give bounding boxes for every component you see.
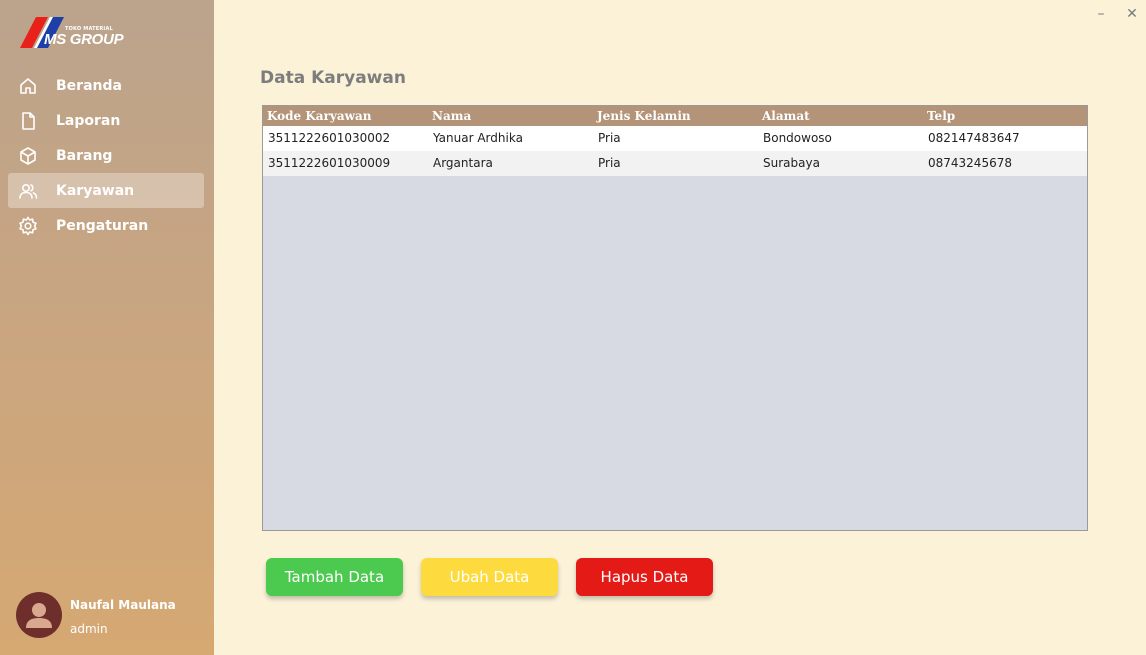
sidebar-item-label: Laporan	[56, 112, 121, 129]
file-icon	[18, 111, 38, 131]
sidebar-item-label: Barang	[56, 147, 113, 164]
sidebar: TOKO MATERIAL MS GROUP Beranda Laporan B…	[0, 0, 214, 655]
table-cell: Pria	[598, 156, 621, 170]
minimize-button[interactable]: –	[1091, 4, 1111, 24]
sidebar-item-beranda[interactable]: Beranda	[8, 68, 204, 103]
gear-icon	[18, 216, 38, 236]
box-icon	[18, 146, 38, 166]
close-button[interactable]: ✕	[1122, 4, 1142, 24]
table-cell: Argantara	[433, 156, 493, 170]
column-header[interactable]: Jenis Kelamin	[593, 106, 758, 126]
table-cell: Yanuar Ardhika	[433, 131, 523, 145]
table-cell: 3511222601030009	[268, 156, 391, 170]
table-cell: 3511222601030002	[268, 131, 391, 145]
sidebar-item-label: Pengaturan	[56, 217, 149, 234]
sidebar-item-pengaturan[interactable]: Pengaturan	[8, 208, 204, 243]
column-header[interactable]: Kode Karyawan	[263, 106, 428, 126]
sidebar-item-laporan[interactable]: Laporan	[8, 103, 204, 138]
column-header[interactable]: Nama	[428, 106, 593, 126]
column-header[interactable]: Telp	[923, 106, 1084, 126]
sidebar-item-label: Karyawan	[56, 182, 135, 199]
page-title: Data Karyawan	[260, 68, 406, 88]
home-icon	[18, 76, 38, 96]
table-row[interactable]: 3511222601030009 Argantara Pria Surabaya…	[263, 151, 1087, 176]
sidebar-item-karyawan[interactable]: Karyawan	[8, 173, 204, 208]
table-cell: 08743245678	[928, 156, 1012, 170]
sidebar-item-barang[interactable]: Barang	[8, 138, 204, 173]
user-name: Naufal Maulana	[70, 598, 176, 612]
table-cell: Bondowoso	[763, 131, 832, 145]
table-cell: Pria	[598, 131, 621, 145]
avatar	[16, 592, 62, 638]
delete-data-button[interactable]: Hapus Data	[576, 558, 713, 596]
employee-table: Kode Karyawan Nama Jenis Kelamin Alamat …	[262, 105, 1088, 531]
logo-brand: MS GROUP	[44, 31, 124, 48]
table-header: Kode Karyawan Nama Jenis Kelamin Alamat …	[263, 106, 1087, 126]
add-data-button[interactable]: Tambah Data	[266, 558, 403, 596]
users-icon	[18, 181, 38, 201]
table-cell: 082147483647	[928, 131, 1020, 145]
table-row[interactable]: 3511222601030002 Yanuar Ardhika Pria Bon…	[263, 126, 1087, 151]
user-profile[interactable]: Naufal Maulana admin	[16, 592, 206, 638]
edit-data-button[interactable]: Ubah Data	[421, 558, 558, 596]
sidebar-nav: Beranda Laporan Barang Karyawan Pengatur…	[8, 68, 204, 243]
table-cell: Surabaya	[763, 156, 820, 170]
user-role: admin	[70, 622, 108, 636]
sidebar-item-label: Beranda	[56, 77, 122, 94]
logo: TOKO MATERIAL MS GROUP	[20, 16, 130, 50]
column-header[interactable]: Alamat	[758, 106, 923, 126]
